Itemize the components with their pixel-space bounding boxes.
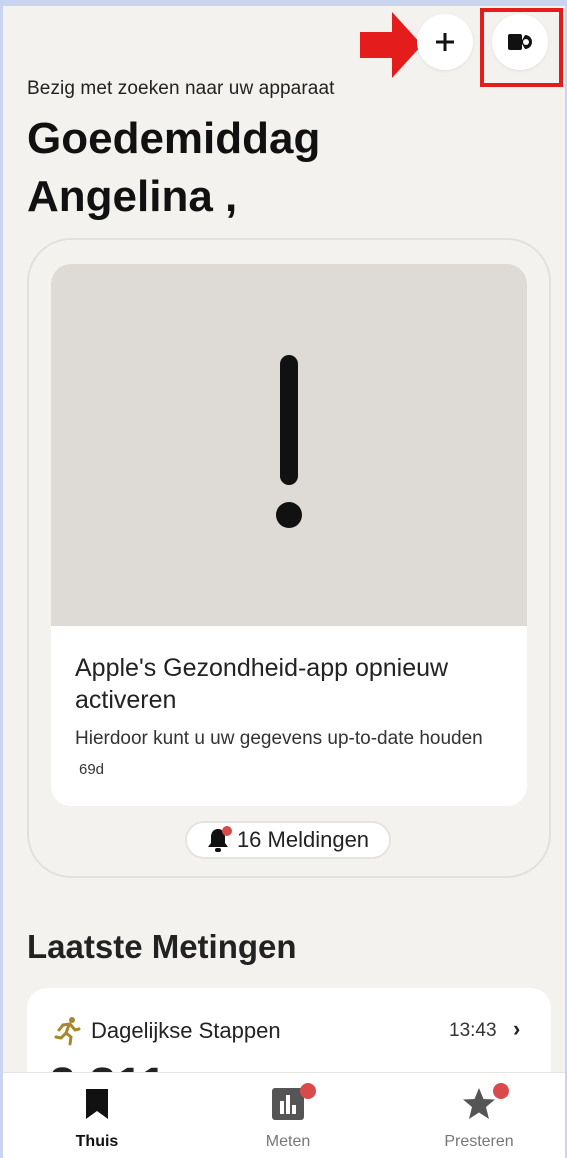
plus-icon [436,33,454,51]
tab-thuis-label: Thuis [75,1133,119,1150]
tab-presteren-label: Presteren [444,1133,514,1150]
tab-presteren-badge [493,1083,509,1099]
card-title: Apple's Gezondheid-app opnieuw activeren [75,654,449,714]
health-app-card[interactable]: Apple's Gezondheid-app opnieuw activeren… [51,264,527,806]
notifications-pill[interactable]: 16 Meldingen [185,821,391,859]
tab-presteren[interactable]: Presteren [409,1073,549,1158]
section-title-measurements: Laatste Metingen [27,928,297,965]
annotation-highlight-box [480,8,563,87]
card-description-text: Hierdoor kunt u uw gegevens up-to-date h… [75,728,483,749]
tab-thuis[interactable]: Thuis [27,1073,167,1158]
app-screen: Bezig met zoeken naar uw apparaat Goedem… [3,6,565,1158]
exclamation-icon [276,355,302,528]
chevron-right-icon[interactable]: › [513,1016,520,1042]
tab-meten[interactable]: Meten [218,1073,358,1158]
bell-icon [207,826,232,853]
bookmark-icon [86,1089,108,1119]
add-button[interactable] [417,14,473,70]
card-image [51,264,527,626]
tab-bar: Thuis Meten Presteren [3,1072,565,1158]
card-age: 69d [79,761,105,778]
measurement-time: 13:43 [449,1020,497,1041]
device-search-status: Bezig met zoeken naar uw apparaat [27,78,335,99]
star-icon [463,1088,495,1119]
annotation-arrow-icon [360,12,422,78]
measurement-title: Dagelijkse Stappen [91,1018,281,1043]
greeting-heading: Goedemiddag Angelina , [27,114,321,221]
card-description: Hierdoor kunt u uw gegevens up-to-date h… [75,724,505,785]
running-icon [54,1017,81,1046]
notifications-label: 16 Meldingen [236,827,370,852]
tab-meten-badge [300,1083,316,1099]
tab-meten-label: Meten [265,1133,311,1150]
